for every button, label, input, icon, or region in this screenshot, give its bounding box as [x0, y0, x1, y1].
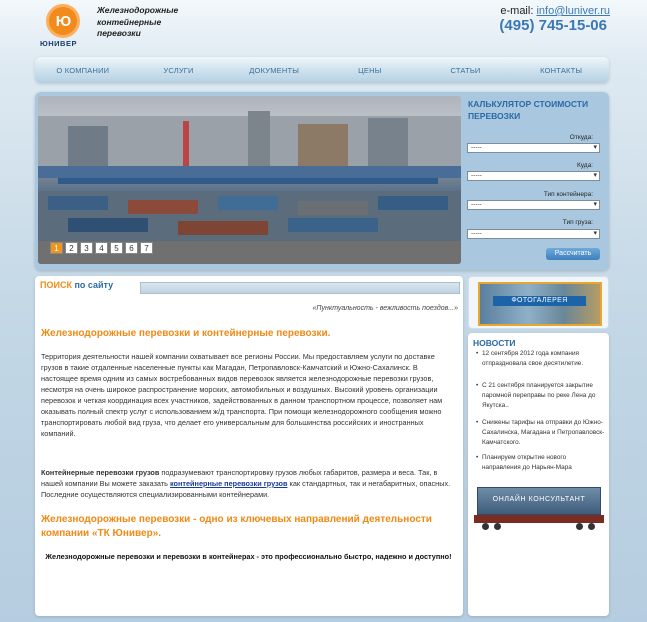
logo-text: ЮНИВЕР — [40, 39, 77, 48]
search-input[interactable] — [140, 282, 460, 294]
wheel-icon — [494, 523, 501, 530]
nav-item-contacts[interactable]: КОНТАКТЫ — [513, 66, 609, 75]
calculator-title: КАЛЬКУЛЯТОР СТОИМОСТИ ПЕРЕВОЗКИ — [468, 99, 589, 121]
consultant-label: ОНЛАЙН КОНСУЛЬТАНТ — [492, 496, 586, 503]
contact-phone: (495) 745-15-06 — [499, 17, 607, 34]
email-link[interactable]: info@luniver.ru — [536, 5, 610, 17]
photo-illustration — [38, 111, 461, 264]
logo[interactable]: Ю ЮНИВЕР — [40, 4, 90, 48]
site-tagline: Железнодорожные контейнерные перевозки — [97, 5, 207, 40]
online-consultant-banner[interactable]: ОНЛАЙН КОНСУЛЬТАНТ — [472, 483, 606, 533]
container-graphic: ОНЛАЙН КОНСУЛЬТАНТ — [477, 487, 601, 515]
intro-paragraph: Территория деятельности нашей компании о… — [41, 352, 443, 438]
slider-page-3[interactable]: 3 — [80, 242, 93, 254]
news-title: НОВОСТИ — [473, 338, 516, 348]
paragraph-bold: Контейнерные перевозки грузов — [41, 468, 160, 477]
slider-page-6[interactable]: 6 — [125, 242, 138, 254]
container-terminal-photo — [38, 96, 461, 264]
slider-page-5[interactable]: 5 — [110, 242, 123, 254]
wheel-icon — [576, 523, 583, 530]
site-search: ПОИСК по сайту — [40, 280, 460, 296]
from-select[interactable]: ----- — [467, 143, 600, 153]
slider-page-1[interactable]: 1 — [50, 242, 63, 254]
email-label: e-mail: — [500, 5, 534, 17]
containers-paragraph: Контейнерные перевозки грузов подразумев… — [41, 467, 456, 500]
search-title-accent: ПОИСК — [40, 280, 72, 290]
main-nav: О КОМПАНИИ УСЛУГИ ДОКУМЕНТЫ ЦЕНЫ СТАТЬИ … — [35, 57, 609, 83]
container-type-label: Тип контейнера: — [543, 191, 593, 198]
section-heading: Железнодорожные перевозки и контейнерные… — [41, 328, 331, 339]
slider-page-4[interactable]: 4 — [95, 242, 108, 254]
contact-email: e-mail: info@luniver.ru — [500, 5, 610, 17]
to-select[interactable]: ----- — [467, 171, 600, 181]
wheel-icon — [588, 523, 595, 530]
tagline-line: перевозки — [97, 28, 141, 38]
slider-page-7[interactable]: 7 — [140, 242, 153, 254]
slider-page-2[interactable]: 2 — [65, 242, 78, 254]
photo-gallery-banner[interactable]: ФОТОГАЛЕРЕЯ — [468, 276, 609, 329]
nav-item-about[interactable]: О КОМПАНИИ — [35, 66, 131, 75]
to-label: Куда: — [576, 162, 593, 169]
nav-item-services[interactable]: УСЛУГИ — [131, 66, 227, 75]
section-heading-2: Железнодорожные перевозки - одно из ключ… — [41, 514, 432, 539]
tagline-line: Железнодорожные — [97, 5, 179, 15]
logo-mark: Ю — [46, 4, 80, 38]
quote: «Пунктуальность - вежливость поездов...» — [312, 305, 459, 312]
container-shipping-link[interactable]: контейнерные перевозки грузов — [170, 479, 287, 488]
container-type-select[interactable]: ----- — [467, 200, 600, 210]
closing-statement: Железнодорожные перевозки и перевозки в … — [45, 552, 452, 561]
cargo-type-label: Тип груза: — [562, 219, 593, 226]
news-item[interactable]: С 21 сентября планируется закрытие паром… — [476, 381, 606, 411]
news-item[interactable]: Планируем открытие нового направления до… — [476, 453, 606, 473]
nav-item-articles[interactable]: СТАТЬИ — [418, 66, 514, 75]
gallery-label: ФОТОГАЛЕРЕЯ — [493, 296, 586, 306]
from-label: Откуда: — [569, 134, 593, 141]
news-panel — [468, 333, 609, 616]
tagline-line: контейнерные — [97, 16, 162, 27]
search-title-rest: по сайту — [71, 280, 114, 290]
railcar-graphic — [474, 515, 604, 523]
news-item[interactable]: Снижены тарифы на отправки до Южно-Сахал… — [476, 418, 606, 448]
nav-item-prices[interactable]: ЦЕНЫ — [322, 66, 418, 75]
news-item[interactable]: 12 сентября 2012 года компания отпраздно… — [476, 349, 606, 369]
calculate-button[interactable]: Рассчитать — [546, 248, 600, 260]
nav-item-documents[interactable]: ДОКУМЕНТЫ — [226, 66, 322, 75]
wheel-icon — [482, 523, 489, 530]
cargo-type-select[interactable]: ----- — [467, 229, 600, 239]
main-content — [35, 276, 463, 616]
